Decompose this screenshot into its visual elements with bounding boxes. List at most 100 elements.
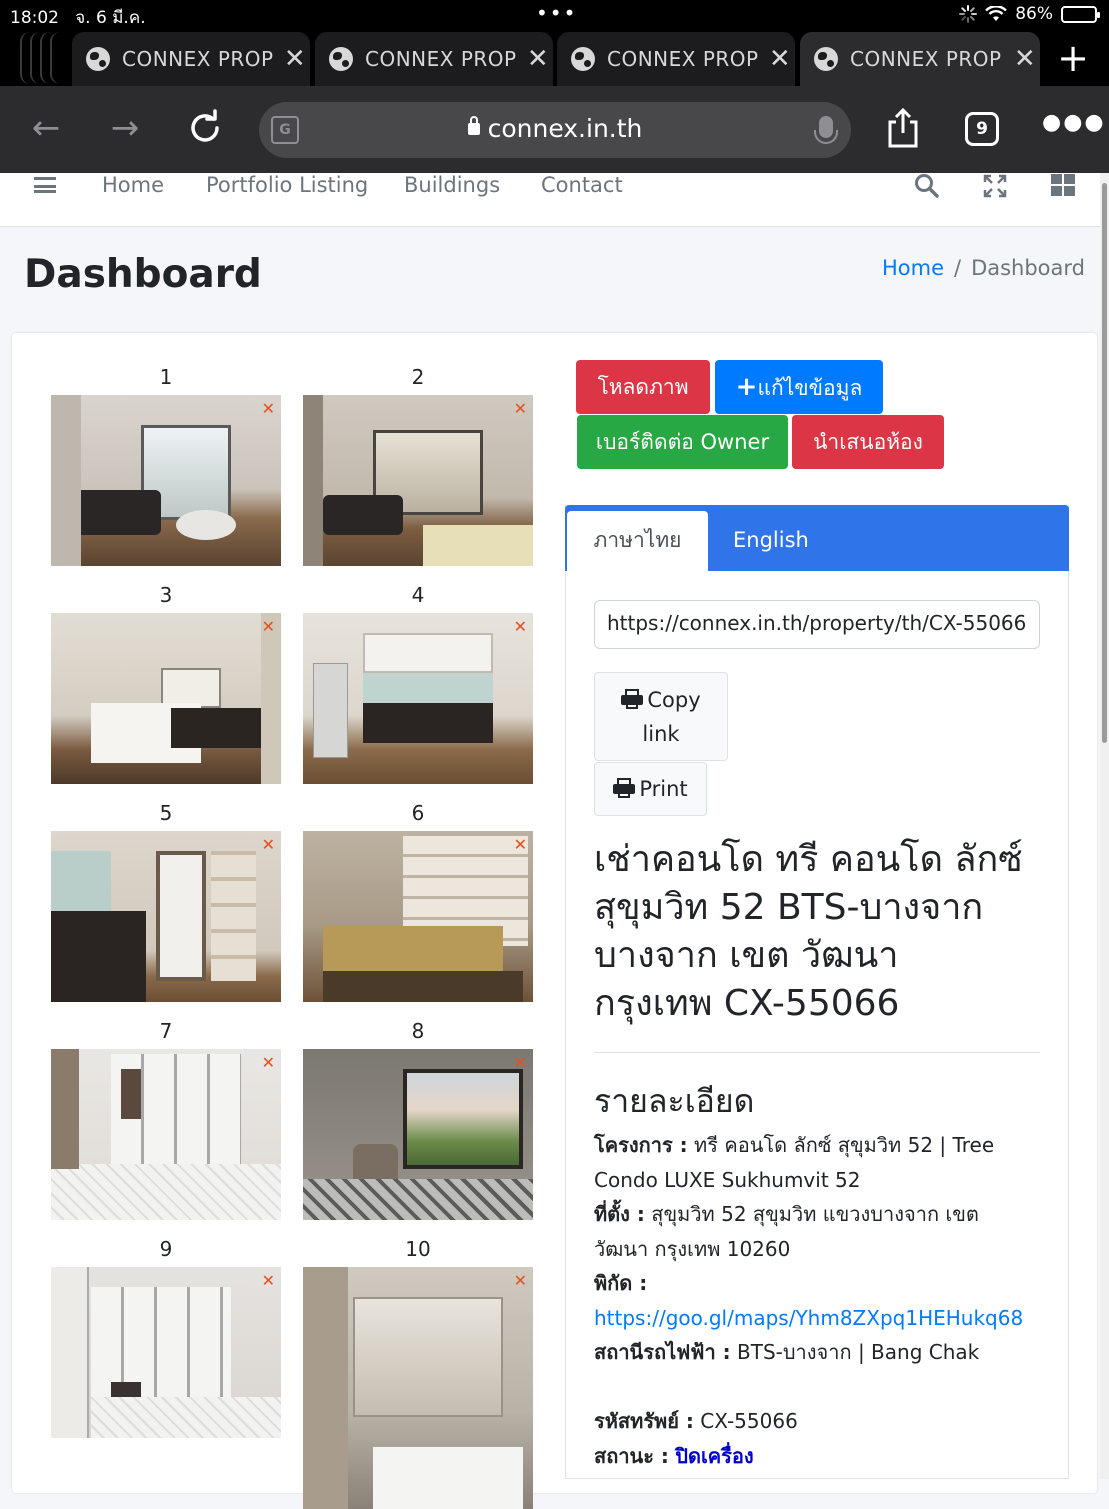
gallery-item[interactable]: 7 ✕ [51, 1019, 281, 1220]
close-tab-icon[interactable]: ✕ [1010, 44, 1040, 74]
breadcrumb-separator: / [953, 256, 962, 280]
nav-link-portfolio-listing[interactable]: Portfolio Listing [206, 173, 368, 197]
map-link[interactable]: https://goo.gl/maps/Yhm8ZXpq1HEHukq68 [594, 1306, 1023, 1330]
gallery-item[interactable]: 10 ✕ [303, 1237, 533, 1509]
property-code: CX-55066 [700, 1409, 798, 1433]
photo-number: 2 [411, 365, 425, 389]
microphone-icon[interactable] [814, 116, 838, 144]
details-heading: รายละเอียด [594, 1082, 755, 1120]
room-photo[interactable]: ✕ [51, 395, 281, 566]
brand-watermark-icon: ✕ [513, 835, 527, 854]
photo-number: 7 [159, 1019, 173, 1043]
globe-icon [86, 47, 110, 71]
photo-number: 6 [411, 801, 425, 825]
browser-tab-active[interactable]: CONNEX PROP ✕ [800, 32, 1040, 86]
print-button[interactable]: Print [594, 762, 707, 816]
browser-tab[interactable]: CONNEX PROP ✕ [72, 32, 310, 86]
photo-number: 8 [411, 1019, 425, 1043]
edit-info-button[interactable]: +แก้ไขข้อมูล [715, 360, 883, 414]
room-photo[interactable]: ✕ [51, 831, 281, 1002]
browser-tab[interactable]: CONNEX PROP ✕ [315, 32, 553, 86]
browser-tab-strip: CONNEX PROP ✕ CONNEX PROP ✕ CONNEX PROP … [0, 30, 1109, 86]
status-bar: 18:02 จ. 6 มี.ค. ••• 86% [0, 0, 1109, 30]
close-tab-icon[interactable]: ✕ [523, 44, 553, 74]
room-photo[interactable]: ✕ [51, 1049, 281, 1220]
gallery-item[interactable]: 5 ✕ [51, 801, 281, 1002]
reload-icon[interactable] [183, 106, 227, 150]
language-tabs: ภาษาไทย English [565, 505, 1069, 571]
status-time: 18:02 จ. 6 มี.ค. [10, 8, 146, 28]
nav-link-contact[interactable]: Contact [541, 173, 623, 197]
loading-spinner-icon [959, 5, 978, 23]
globe-icon [571, 47, 595, 71]
tab-thai[interactable]: ภาษาไทย [567, 511, 708, 571]
back-icon[interactable]: ← [24, 106, 68, 150]
nav-link-home[interactable]: Home [102, 173, 164, 197]
page-scrollbar[interactable] [1100, 173, 1109, 1479]
hamburger-menu-icon[interactable] [34, 177, 56, 193]
forward-icon[interactable]: → [103, 106, 147, 150]
room-photo[interactable]: ✕ [303, 1049, 533, 1220]
tab-count-button[interactable]: 9 [965, 112, 999, 146]
multitasking-dots[interactable]: ••• [536, 1, 577, 25]
close-tab-icon[interactable]: ✕ [280, 44, 310, 74]
room-photo[interactable]: ✕ [303, 613, 533, 784]
printer-icon [613, 778, 636, 798]
new-tab-icon[interactable]: + [1057, 39, 1089, 77]
property-details: โครงการ : ทรี คอนโด ลักซ์ สุขุมวิท 52 | … [594, 1133, 1024, 1468]
photo-number: 9 [159, 1237, 173, 1261]
page-title: Dashboard [24, 252, 262, 297]
url-text[interactable]: connex.in.th [259, 114, 851, 143]
printer-icon [621, 689, 644, 709]
owner-contact-button[interactable]: เบอร์ติดต่อ Owner [577, 415, 788, 469]
fullscreen-icon[interactable] [982, 173, 1008, 199]
wifi-icon [985, 6, 1008, 21]
photo-number: 4 [411, 583, 425, 607]
tab-stack-overflow[interactable] [20, 32, 76, 84]
status-value: ปิดเครื่อง [675, 1443, 754, 1468]
breadcrumb: Home / Dashboard [882, 256, 1085, 280]
close-tab-icon[interactable]: ✕ [765, 44, 795, 74]
gallery-item[interactable]: 3 ✕ [51, 583, 281, 784]
copy-link-button[interactable]: Copy link [594, 672, 728, 761]
lock-icon [467, 116, 480, 135]
brand-watermark-icon: ✕ [513, 1271, 527, 1290]
present-room-button[interactable]: นำเสนอห้อง [792, 415, 944, 469]
gallery-item[interactable]: 2 ✕ [303, 365, 533, 566]
breadcrumb-home-link[interactable]: Home [882, 256, 944, 280]
status-right: 86% [959, 4, 1100, 24]
brand-watermark-icon: ✕ [513, 1053, 527, 1072]
room-photo[interactable]: ✕ [51, 1267, 281, 1438]
share-icon[interactable] [886, 108, 920, 148]
browser-toolbar: ← → G connex.in.th 9 ●●● [0, 86, 1109, 173]
brand-watermark-icon: ✕ [261, 1053, 275, 1072]
gallery-item[interactable]: 4 ✕ [303, 583, 533, 784]
site-navbar: Home Portfolio Listing Buildings Contact [0, 173, 1100, 227]
more-menu-icon[interactable]: ●●● [1042, 110, 1106, 135]
gallery-item[interactable]: 6 ✕ [303, 801, 533, 1002]
gallery-item[interactable]: 9 ✕ [51, 1237, 281, 1438]
room-photo[interactable]: ✕ [303, 395, 533, 566]
battery-icon [1061, 5, 1100, 23]
photo-number: 10 [405, 1237, 431, 1261]
globe-icon [329, 47, 353, 71]
browser-tab[interactable]: CONNEX PROP ✕ [557, 32, 795, 86]
grid-apps-icon[interactable] [1050, 173, 1076, 199]
brand-watermark-icon: ✕ [513, 617, 527, 636]
download-images-button[interactable]: โหลดภาพ [576, 360, 710, 414]
nav-link-buildings[interactable]: Buildings [404, 173, 500, 197]
gallery-item[interactable]: 1 ✕ [51, 365, 281, 566]
tab-english[interactable]: English [733, 511, 809, 569]
brand-watermark-icon: ✕ [261, 617, 275, 636]
gallery-item[interactable]: 8 ✕ [303, 1019, 533, 1220]
room-photo[interactable]: ✕ [303, 831, 533, 1002]
photo-number: 5 [159, 801, 173, 825]
room-photo[interactable]: ✕ [51, 613, 281, 784]
property-link-field[interactable]: https://connex.in.th/property/th/CX-5506… [594, 600, 1040, 649]
address-bar[interactable]: G connex.in.th [259, 102, 851, 158]
search-icon[interactable] [914, 173, 940, 199]
brand-watermark-icon: ✕ [513, 399, 527, 418]
globe-icon [814, 47, 838, 71]
section-divider [594, 1052, 1040, 1053]
room-photo[interactable]: ✕ [303, 1267, 533, 1509]
